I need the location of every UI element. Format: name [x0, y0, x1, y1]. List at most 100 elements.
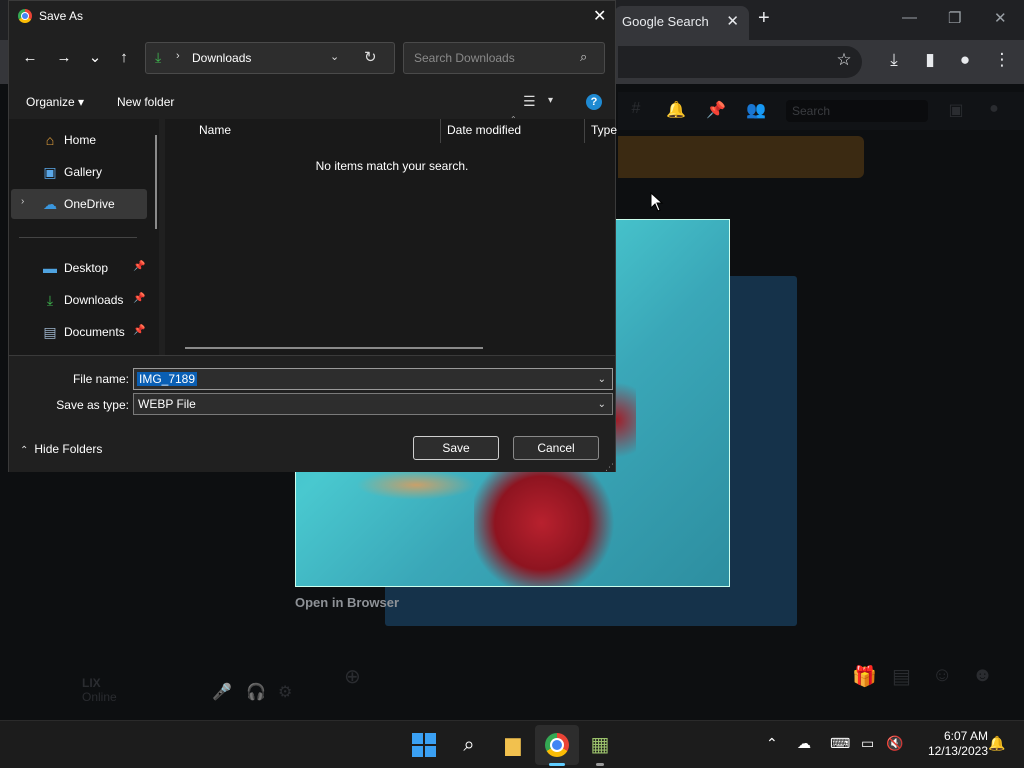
nav-item-label: Home [64, 133, 97, 147]
nav-scrollbar[interactable] [155, 135, 157, 229]
save-as-type-value: WEBP File [138, 397, 196, 411]
user-name: LIX [82, 676, 101, 690]
tab-google-search[interactable]: Google Search ✕ [614, 6, 749, 40]
maximize-icon[interactable]: ❐ [948, 9, 961, 27]
settings-gear-icon[interactable]: ⚙ [278, 682, 292, 702]
save-button[interactable]: Save [413, 436, 499, 460]
help-icon[interactable]: ● [984, 100, 1004, 120]
chevron-up-icon: ⌃ [20, 445, 29, 456]
emoji-icon[interactable]: ☻ [972, 664, 993, 687]
tray-overflow-chevron-icon[interactable]: ⌃ [766, 735, 778, 752]
chevron-down-icon[interactable]: ⌄ [598, 399, 606, 410]
pin-icon[interactable]: 📌 [133, 261, 145, 272]
chrome-taskbar-icon[interactable] [545, 733, 569, 757]
refresh-icon[interactable]: ↻ [364, 48, 377, 66]
search-icon[interactable]: ⌕ [580, 49, 587, 65]
clock[interactable]: 6:07 AM 12/13/2023 [916, 729, 988, 759]
browser-menu-icon[interactable]: ⋮ [992, 50, 1012, 70]
keyboard-icon[interactable]: ⌨ [830, 735, 850, 752]
onedrive-tray-icon[interactable]: ☁ [797, 735, 811, 752]
active-app-indicator [549, 763, 565, 766]
file-list: ⌃ Name Date modified Type No items match… [165, 115, 617, 355]
nav-item-gallery[interactable]: ▣ Gallery [11, 157, 147, 187]
threads-icon[interactable]: # [626, 100, 646, 120]
photo-detail [356, 470, 476, 500]
help-icon[interactable]: ? [586, 94, 602, 110]
mouse-cursor-icon [650, 192, 664, 212]
nav-item-label: Desktop [64, 261, 109, 275]
bell-icon[interactable]: 🔔 [666, 100, 686, 120]
profile-icon[interactable]: ● [955, 50, 975, 70]
cancel-button[interactable]: Cancel [513, 436, 599, 460]
recent-locations-icon[interactable]: ⌄ [86, 49, 104, 67]
column-header-name[interactable]: Name [199, 123, 231, 137]
add-icon[interactable]: ⊕ [344, 664, 361, 689]
downloads-icon[interactable]: ⤓ [884, 50, 904, 70]
omnibox[interactable] [618, 46, 862, 78]
search-box[interactable]: ⌕ [403, 42, 605, 74]
pin-icon[interactable]: 📌 [133, 293, 145, 304]
pin-icon[interactable]: 📌 [706, 100, 726, 120]
chevron-down-icon[interactable]: ⌄ [598, 374, 606, 385]
window-close-icon[interactable]: ✕ [994, 9, 1007, 27]
display-icon[interactable]: ▭ [861, 735, 874, 752]
file-name-value: IMG_7189 [137, 372, 198, 386]
pin-icon[interactable]: 📌 [133, 325, 145, 336]
gif-icon[interactable]: ▤ [892, 664, 911, 689]
minimize-icon[interactable]: — [902, 9, 917, 26]
save-as-type-select[interactable]: WEBP File ⌄ [133, 393, 613, 415]
mic-icon[interactable]: 🎤 [212, 682, 232, 702]
nav-item-onedrive[interactable]: › ☁ OneDrive [11, 189, 147, 219]
inbox-icon[interactable]: ▣ [946, 100, 966, 120]
nav-item-documents[interactable]: ▤ Documents 📌 [11, 317, 147, 347]
search-input[interactable] [412, 50, 576, 66]
members-icon[interactable]: 👥 [746, 100, 766, 120]
dialog-titlebar[interactable]: Save As ✕ [9, 1, 615, 33]
nav-item-label: OneDrive [64, 197, 115, 211]
notification-bell-icon[interactable]: 🔔 [988, 735, 1005, 752]
bookmark-star-icon[interactable]: ☆ [834, 50, 854, 70]
photo-detail [474, 460, 624, 586]
taskbar-search-icon[interactable]: ⌕ [455, 731, 483, 759]
chevron-down-icon[interactable]: ⌄ [330, 50, 339, 63]
up-arrow-icon[interactable]: ↑ [115, 49, 133, 67]
file-name-input[interactable]: IMG_7189 ⌄ [133, 368, 613, 390]
file-explorer-icon[interactable]: ▆ [499, 731, 527, 759]
downloads-folder-icon: ⤓ [155, 49, 162, 65]
start-windows-icon[interactable] [412, 733, 436, 757]
column-header-type[interactable]: Type [591, 123, 617, 137]
column-divider[interactable] [584, 119, 585, 143]
dialog-close-icon[interactable]: ✕ [593, 6, 606, 26]
side-panel-icon[interactable]: ▮ [920, 50, 940, 70]
breadcrumb-downloads[interactable]: Downloads [192, 51, 251, 65]
new-folder-button[interactable]: New folder [117, 95, 174, 109]
nav-item-desktop[interactable]: ▬ Desktop 📌 [11, 253, 147, 283]
headphones-icon[interactable]: 🎧 [246, 682, 266, 702]
column-header-date-modified[interactable]: Date modified [447, 123, 521, 137]
resize-grip-icon[interactable]: ⋰ [605, 462, 614, 473]
view-dropdown-icon[interactable]: ▾ [548, 95, 553, 106]
save-as-dialog: Save As ✕ ← → ⌄ ↑ ⤓ › Downloads ⌄ ↻ ⌕ Or… [8, 0, 617, 473]
hide-folders-button[interactable]: ⌃ Hide Folders [20, 442, 102, 456]
navigation-pane: ⌂ Home ▣ Gallery › ☁ OneDrive ▬ Desktop … [9, 119, 159, 355]
address-bar[interactable]: ⤓ › Downloads ⌄ ↻ [145, 42, 395, 74]
command-bar: Organize ▾ New folder ☰ ▾ ? [9, 89, 615, 115]
organize-button[interactable]: Organize ▾ [26, 95, 84, 109]
new-tab-icon[interactable]: + [758, 7, 770, 30]
nav-item-label: Downloads [64, 293, 124, 307]
tab-close-icon[interactable]: ✕ [726, 12, 739, 30]
forward-arrow-icon[interactable]: → [55, 49, 73, 67]
expand-chevron-icon[interactable]: › [21, 196, 24, 207]
horizontal-scrollbar[interactable] [185, 347, 483, 349]
open-in-browser-link[interactable]: Open in Browser [295, 595, 399, 610]
nav-item-downloads[interactable]: ⤓ Downloads 📌 [11, 285, 147, 315]
view-options-icon[interactable]: ☰ [523, 93, 536, 110]
nav-item-home[interactable]: ⌂ Home [11, 125, 147, 155]
gift-icon[interactable]: 🎁 [852, 664, 877, 689]
page-search-input[interactable]: Search [786, 100, 928, 122]
back-arrow-icon[interactable]: ← [21, 49, 39, 67]
app-taskbar-icon[interactable]: ▦ [586, 731, 614, 759]
sticker-icon[interactable]: ☺ [932, 664, 952, 687]
volume-muted-icon[interactable]: 🔇 [886, 735, 903, 752]
column-divider[interactable] [440, 119, 441, 143]
